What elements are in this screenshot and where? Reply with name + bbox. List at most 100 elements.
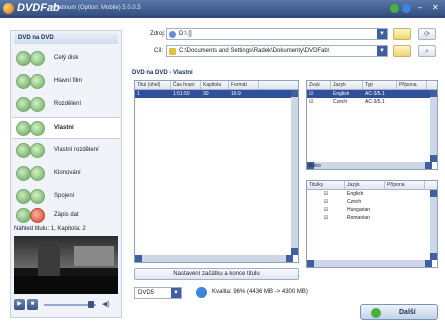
disc-icon bbox=[16, 208, 31, 223]
scroll-up-icon[interactable] bbox=[291, 90, 298, 97]
sidebar-header: DVD na DVD bbox=[14, 33, 118, 44]
disc-icon bbox=[30, 121, 45, 136]
table-row[interactable]: ☑ Czech AC-3/5.1 bbox=[307, 98, 437, 106]
column-header[interactable]: Zvuk bbox=[307, 81, 331, 89]
table-row[interactable]: ☑ English AC-3/5.1 bbox=[307, 90, 437, 98]
source-value: D:\ [] bbox=[179, 31, 192, 37]
scroll-down-icon[interactable] bbox=[430, 155, 437, 162]
checkbox[interactable]: ☑ bbox=[307, 98, 331, 106]
scroll-up-icon[interactable] bbox=[430, 90, 437, 97]
vertical-scrollbar[interactable] bbox=[430, 190, 437, 260]
scroll-left-icon[interactable] bbox=[307, 260, 314, 267]
update-icon[interactable] bbox=[390, 4, 399, 13]
seek-thumb[interactable] bbox=[88, 301, 94, 308]
chevron-down-icon[interactable]: ▼ bbox=[377, 46, 387, 56]
disc-icon bbox=[16, 143, 31, 158]
window-title: Platinum (Option: Mobile) 5.0.0.5 bbox=[53, 5, 141, 11]
mode-item-main-movie[interactable]: Hlavní film bbox=[12, 71, 120, 93]
horizontal-scrollbar[interactable] bbox=[307, 162, 432, 169]
disc-icon bbox=[16, 51, 31, 66]
minimize-icon[interactable]: – bbox=[418, 3, 422, 12]
table-row[interactable]: ☑ Hungarian bbox=[307, 206, 437, 214]
section-title: DVD na DVD - Vlastní bbox=[132, 70, 193, 76]
audio-type: AC-3/5.1 bbox=[365, 91, 385, 97]
audio-table-header: Zvuk Jazyk Typ Přípona bbox=[307, 81, 437, 90]
scroll-left-icon[interactable] bbox=[135, 255, 142, 262]
source-folder-button[interactable] bbox=[393, 28, 411, 40]
chevron-down-icon[interactable]: ▼ bbox=[377, 29, 387, 39]
checkbox[interactable]: ☑ bbox=[307, 206, 345, 214]
dvd-drive-icon bbox=[169, 31, 176, 38]
column-header[interactable]: Typ bbox=[363, 81, 397, 89]
volume-icon[interactable]: ◀) bbox=[102, 300, 110, 308]
mode-label: Spojení bbox=[54, 193, 75, 199]
mode-label: Rozdělení bbox=[54, 101, 82, 107]
audio-table: Zvuk Jazyk Typ Přípona ☑ English AC-3/5.… bbox=[306, 80, 438, 170]
scroll-down-icon[interactable] bbox=[291, 248, 298, 255]
scroll-up-icon[interactable] bbox=[430, 190, 437, 197]
horizontal-scrollbar[interactable] bbox=[135, 255, 293, 262]
table-row[interactable]: ☑ Czech bbox=[307, 198, 437, 206]
scroll-right-icon[interactable] bbox=[425, 162, 432, 169]
titles-table-header: Titul (úhel) Čas hraní Kapitola Formát bbox=[135, 81, 298, 90]
mode-label: Zápis dat bbox=[54, 212, 79, 218]
subtitle-language: Hungarian bbox=[347, 207, 371, 213]
table-row[interactable]: 1 1:51:50 30 16:9 bbox=[135, 90, 298, 98]
audio-type: AC-3/5.1 bbox=[365, 99, 385, 105]
output-format-value: DVD5 bbox=[138, 290, 155, 296]
column-header[interactable]: Jazyk bbox=[345, 181, 385, 189]
column-header[interactable]: Čas hraní bbox=[171, 81, 201, 89]
horizontal-scrollbar[interactable] bbox=[307, 260, 432, 267]
source-combo[interactable]: D:\ [] ▼ bbox=[166, 28, 388, 40]
mode-item-customize-split[interactable]: Vlastní rozdělení bbox=[12, 140, 120, 162]
stop-icon[interactable]: ■ bbox=[27, 299, 38, 310]
column-header[interactable]: Formát bbox=[229, 81, 259, 89]
vertical-scrollbar[interactable] bbox=[291, 90, 298, 255]
checkbox[interactable]: ☑ bbox=[307, 190, 345, 198]
target-folder-button[interactable] bbox=[393, 45, 411, 57]
chevron-down-icon[interactable]: ▼ bbox=[171, 288, 181, 298]
checkbox[interactable]: ☑ bbox=[307, 90, 331, 98]
table-row[interactable]: ☑ Romanian bbox=[307, 214, 437, 222]
help-icon[interactable] bbox=[402, 4, 411, 13]
target-combo[interactable]: C:\Documents and Settings\Radek\Dokument… bbox=[166, 45, 388, 57]
disc-icon bbox=[16, 166, 31, 181]
column-header[interactable]: Titul (úhel) bbox=[135, 81, 171, 89]
next-label: Další bbox=[399, 309, 416, 316]
mode-item-split[interactable]: Rozdělení bbox=[12, 94, 120, 116]
vertical-scrollbar[interactable] bbox=[430, 90, 437, 162]
duration-cell: 1:51:50 bbox=[173, 91, 190, 97]
mode-item-full-disc[interactable]: Celý disk bbox=[12, 48, 120, 70]
audio-language: English bbox=[333, 91, 350, 97]
player-controls: ▶ ■ ◀) bbox=[14, 299, 118, 311]
target-search-button[interactable]: ⌕ bbox=[418, 45, 436, 57]
subtitles-table: Titulky Jazyk Přípona ☑ English ☑ Czech … bbox=[306, 180, 438, 268]
mode-item-clone[interactable]: Klonování bbox=[12, 163, 120, 185]
mode-item-customize[interactable]: Vlastní bbox=[12, 117, 120, 139]
next-button[interactable]: Další bbox=[360, 304, 438, 320]
subtitles-table-header: Titulky Jazyk Přípona bbox=[307, 181, 437, 190]
scroll-down-icon[interactable] bbox=[430, 253, 437, 260]
source-refresh-button[interactable]: ⟳ bbox=[418, 28, 436, 40]
output-format-select[interactable]: DVD5 ▼ bbox=[134, 287, 182, 299]
column-header[interactable]: Přípona bbox=[385, 181, 425, 189]
chapters-cell: 30 bbox=[203, 91, 209, 97]
close-icon[interactable]: ✕ bbox=[432, 3, 439, 12]
scroll-right-icon[interactable] bbox=[286, 255, 293, 262]
video-preview bbox=[14, 236, 118, 294]
column-header[interactable]: Kapitola bbox=[201, 81, 229, 89]
disc-icon bbox=[30, 74, 45, 89]
column-header[interactable]: Titulky bbox=[307, 181, 345, 189]
disc-icon bbox=[16, 189, 31, 204]
scroll-right-icon[interactable] bbox=[425, 260, 432, 267]
column-header[interactable]: Jazyk bbox=[331, 81, 363, 89]
column-header[interactable]: Přípona bbox=[397, 81, 427, 89]
table-row[interactable]: ☑ English bbox=[307, 190, 437, 198]
checkbox[interactable]: ☑ bbox=[307, 214, 345, 222]
play-icon[interactable]: ▶ bbox=[14, 299, 25, 310]
mode-item-write-data[interactable]: Zápis dat bbox=[12, 205, 120, 227]
subtitle-language: English bbox=[347, 191, 364, 197]
set-start-end-button[interactable]: Nastavení začátku a konce titulu bbox=[134, 268, 299, 280]
checkbox[interactable]: ☑ bbox=[307, 198, 345, 206]
subtitle-language: Romanian bbox=[347, 215, 370, 221]
